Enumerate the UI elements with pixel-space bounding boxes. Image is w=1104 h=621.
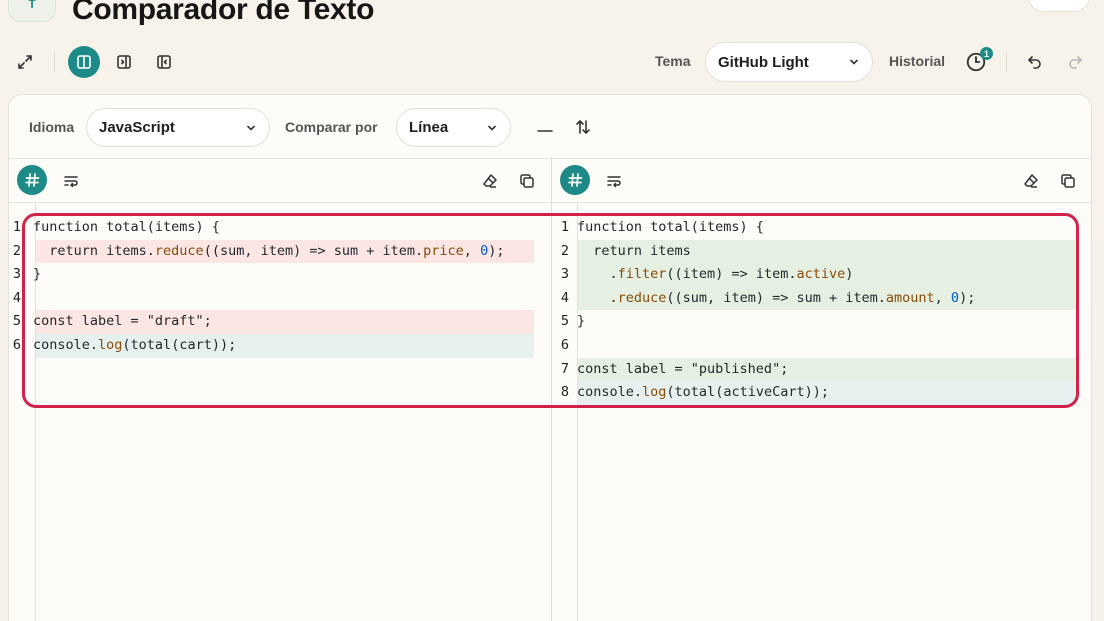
compare-label: Comparar por [285,119,378,135]
eraser-icon[interactable] [474,165,506,197]
toolbar-divider [1006,52,1007,72]
code-line[interactable]: return items.reduce((sum, item) => sum +… [33,240,504,263]
line-number: 3 [560,266,569,283]
whitespace-icon[interactable] [529,111,561,143]
left-panel-icon[interactable] [108,46,140,78]
code-token: const label = "published"; [577,360,789,377]
code-token: (total(cart)); [122,337,237,353]
line-number: 4 [12,289,21,306]
expand-icon[interactable] [9,46,41,78]
code-token: , [463,242,481,259]
code-token: ); [488,242,505,259]
theme-select-value: GitHub Light [718,53,809,71]
code-token: function total(items) { [33,219,220,235]
code-token: . [577,289,618,306]
left-pane-toolbar [9,159,551,203]
wrap-text-icon[interactable] [598,165,630,197]
theme-label: Tema [655,53,691,69]
code-token: ((item) => item. [666,266,797,283]
language-select[interactable]: JavaScript [86,108,270,147]
code-token: price [423,242,464,259]
split-view-icon[interactable] [68,46,100,78]
line-number: 5 [560,313,569,330]
redo-icon[interactable] [1059,46,1091,78]
wrap-text-icon[interactable] [55,165,87,197]
code-token: reduce [154,242,204,259]
swap-icon[interactable] [567,111,599,143]
code-token: } [577,313,586,330]
code-token: } [33,266,42,283]
code-line[interactable]: return items [577,240,691,263]
logo-text: T [28,0,36,11]
settings-bar: Idioma JavaScript Comparar por Línea [9,95,1091,159]
code-token: 0 [950,289,960,306]
code-token: 0 [480,242,489,259]
line-number: 4 [560,289,569,306]
code-line[interactable]: .reduce((sum, item) => sum + item.amount… [577,287,976,310]
right-panel-icon[interactable] [148,46,180,78]
line-number: 8 [560,384,569,401]
history-label[interactable]: Historial [889,53,945,69]
code-token: log [642,384,667,401]
code-line[interactable]: const label = "published"; [577,358,788,381]
language-label: Idioma [29,119,75,135]
code-token: filter [617,266,667,283]
code-token: ); [959,289,976,306]
history-count-badge: 1 [980,47,993,60]
compare-select[interactable]: Línea [396,108,511,147]
line-number: 5 [12,313,21,330]
undo-icon[interactable] [1019,46,1051,78]
code-token: . [577,266,618,283]
code-line[interactable]: } [33,263,41,286]
code-token: reduce [617,289,667,306]
line-number: 6 [560,337,569,353]
chevron-down-icon [488,125,496,131]
code-token: amount [885,289,935,306]
right-pane-toolbar [552,159,1091,203]
code-line[interactable]: } [577,310,585,333]
code-line[interactable]: function total(items) { [577,216,764,239]
code-line[interactable]: function total(items) { [33,216,220,239]
line-number: 1 [560,219,569,235]
copy-icon[interactable] [511,165,543,197]
code-token: log [98,337,123,353]
chevron-down-icon [247,125,255,131]
code-token: ) [845,266,854,283]
compare-select-value: Línea [409,119,449,136]
code-token: return items [577,242,691,259]
chevron-down-icon [850,59,858,65]
toolbar-divider [54,52,55,72]
line-numbers-icon[interactable] [17,165,47,195]
language-select-value: JavaScript [99,119,175,136]
code-token: , [934,289,951,306]
code-token: console. [577,384,643,401]
app-logo: T [8,0,56,22]
code-token: function total(items) { [577,219,764,235]
line-number: 2 [12,242,21,259]
eraser-icon[interactable] [1015,165,1047,197]
code-line[interactable]: console.log(total(activeCart)); [577,381,829,404]
top-right-button[interactable] [1028,0,1090,12]
code-token: active [796,266,846,283]
code-token: ((sum, item) => sum + item. [666,289,886,306]
theme-select[interactable]: GitHub Light [705,42,873,82]
code-line[interactable]: const label = "draft"; [33,310,212,333]
line-number: 1 [12,219,21,235]
code-token: console. [33,337,99,353]
line-number: 6 [12,337,21,353]
code-line[interactable]: console.log(total(cart)); [33,334,236,357]
code-token: return items. [33,242,155,259]
line-number: 2 [560,242,569,259]
line-number: 3 [12,266,21,283]
diff-card: Idioma JavaScript Comparar por Línea 1 f… [8,94,1092,621]
code-token: (total(activeCart)); [666,384,829,401]
code-token: const label = "draft"; [33,313,212,330]
line-numbers-icon[interactable] [560,165,590,195]
code-line[interactable]: .filter((item) => item.active) [577,263,854,286]
code-token: ((sum, item) => sum + item. [203,242,424,259]
copy-icon[interactable] [1052,165,1084,197]
page-title: Comparador de Texto [72,0,375,26]
line-number: 7 [560,360,569,377]
